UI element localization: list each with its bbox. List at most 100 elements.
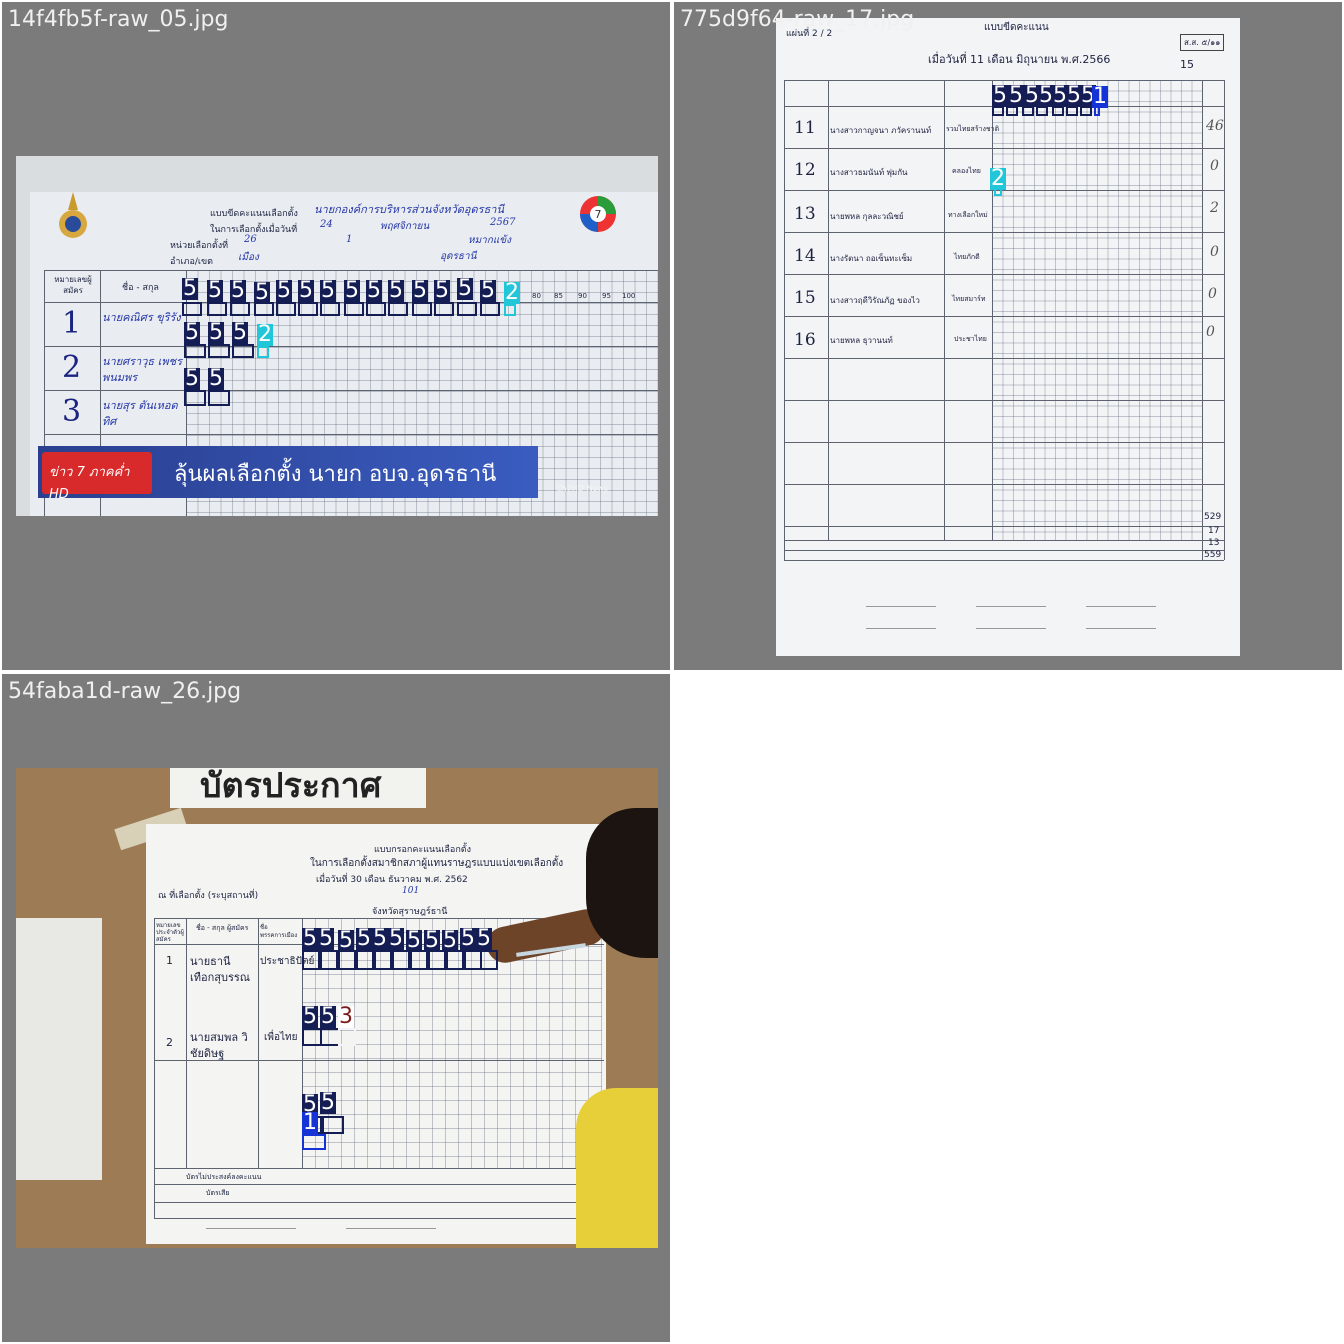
signature-line [1086, 628, 1156, 629]
candidate-party: รวมไทยสร้างชาติ [946, 125, 1000, 133]
tally-box [356, 950, 374, 970]
royal-emblem-icon [54, 192, 92, 242]
tile-filename: 775d9f64-raw_17.jpg [680, 7, 915, 32]
row-line [154, 1184, 604, 1185]
tile-photo: แบบขีดคะแนนเลือกตั้ง นายกองค์การบริหารส่… [16, 156, 658, 516]
unit-number: 15 [1180, 58, 1194, 71]
tally-box [428, 950, 446, 970]
candidate-number: 3 [62, 394, 82, 429]
tally-box [302, 1028, 322, 1046]
row-line [784, 148, 1224, 149]
form-code: ส.ส. ๕/๑๑ [1180, 34, 1225, 51]
detection-label: 5 [424, 928, 440, 953]
detection-label: 5 [992, 83, 1008, 108]
subdistrict-name: หมากแข้ง [468, 235, 512, 246]
candidate-number: 16 [794, 330, 816, 350]
signature-line [346, 1228, 436, 1229]
detection-label: 2 [257, 322, 273, 347]
candidate-number: 2 [166, 1036, 173, 1049]
col-header-name: ชื่อ - สกุล [122, 283, 159, 293]
scale-tick: 80 [532, 292, 541, 300]
row-line [784, 358, 1224, 359]
mosaic-tile-2: 775d9f64-raw_17.jpg แผ่นที่ 2 / 2 แบบขีด… [674, 2, 1342, 670]
tally-box [388, 302, 408, 316]
table-col-line [186, 918, 187, 1168]
candidate-number: 2 [62, 350, 82, 385]
detection-label: 5 [476, 926, 492, 951]
candidate-name: นายสมพล วิชัยดิษฐ [190, 1031, 248, 1060]
tally-box [480, 302, 500, 316]
row-line [784, 560, 1224, 561]
row-line [784, 400, 1224, 401]
detection-label: 2 [504, 280, 520, 305]
mosaic-tile-3: 54faba1d-raw_26.jpg บัตรประกาศ แบบกรอกคะ… [2, 674, 670, 1342]
table-col-line [258, 918, 259, 1168]
tally-box [434, 302, 454, 316]
row-line [784, 484, 1224, 485]
candidate-party: ไทยสมาร์ท [952, 295, 986, 303]
candidate-party: คลองไทย [952, 167, 981, 175]
tally-box [320, 950, 338, 970]
detection-label: 5 [208, 320, 224, 345]
candidate-number: 14 [794, 246, 816, 266]
row-line [44, 390, 658, 391]
detection-label: 5 [457, 276, 473, 301]
detection-label: 5 [412, 278, 428, 303]
banner-headline: ลุ้นผลเลือกตั้ง นายก อบจ.อุดรธานี [174, 462, 497, 487]
detection-label: 5 [338, 928, 354, 953]
row-line [784, 526, 1224, 527]
province-name: อุดรธานี [440, 251, 477, 262]
detection-label: 5 [320, 278, 336, 303]
detection-label: 1 [1092, 84, 1108, 109]
summary-total: 13 [1208, 538, 1220, 548]
candidate-name: นางสาวฤดีวิรัณภัฏ ของไว [830, 296, 920, 305]
detection-label: 5 [434, 278, 450, 303]
polling-unit-label: หน่วยเลือกตั้งที่ [170, 241, 229, 251]
detection-label: 5 [460, 926, 476, 951]
detection-label: 5 [207, 278, 223, 303]
detection-label: 5 [182, 276, 198, 301]
candidate-number: 13 [794, 204, 816, 224]
detection-label: 3 [338, 1004, 354, 1029]
detection-label: 5 [356, 926, 372, 951]
election-month: พฤศจิกายน [380, 221, 430, 232]
tally-box [366, 302, 386, 316]
detection-label: 5 [298, 278, 314, 303]
tally-box [446, 950, 464, 970]
tally-box [184, 344, 206, 358]
summary-total: 17 [1208, 526, 1220, 536]
candidate-party: ประชาไทย [954, 335, 987, 343]
tally-box [410, 950, 428, 970]
tile-photo: บัตรประกาศ แบบกรอกคะแนนเลือกตั้ง ในการเล… [16, 768, 658, 1248]
social-handle: Ch7HD News [556, 484, 609, 493]
signature-line [976, 628, 1046, 629]
tally-box [344, 302, 364, 316]
candidate-party: เพื่อไทย [264, 1032, 298, 1043]
row-line [44, 434, 658, 435]
person-shirt [576, 1088, 658, 1248]
candidate-total: 0 [1210, 158, 1219, 174]
channel-logo: ข่าว 7 ภาคค่ำ HD [42, 452, 152, 502]
tally-sheet: แบบกรอกคะแนนเลือกตั้ง ในการเลือกตั้งสมาช… [146, 824, 606, 1244]
amphoe-label: อำเภอ/เขต [170, 257, 213, 267]
tally-box [182, 302, 202, 316]
detection-label: 2 [990, 166, 1006, 191]
tally-box [208, 344, 230, 358]
unit-number: 101 [402, 886, 420, 896]
col-header-name: ชื่อ - สกุล ผู้สมัคร [196, 924, 249, 932]
signature-line [206, 1228, 296, 1229]
detection-label: 5 [302, 926, 318, 951]
election-year: 2567 [490, 217, 516, 228]
detection-label: 5 [388, 926, 404, 951]
tile-filename: 54faba1d-raw_26.jpg [8, 679, 242, 704]
table-col-line [944, 80, 945, 540]
candidate-name: นายพหล ธุวานนท์ [830, 336, 893, 345]
candidate-total: 0 [1206, 324, 1215, 340]
tally-box [338, 950, 356, 970]
table-col-line [154, 918, 155, 1218]
candidate-total: 2 [1210, 200, 1219, 216]
svg-text:7: 7 [595, 208, 602, 221]
scale-tick: 100 [622, 292, 636, 300]
candidate-name: นางสาวกาญจนา ภวัครานนท์ [830, 126, 932, 135]
signature-line [866, 628, 936, 629]
